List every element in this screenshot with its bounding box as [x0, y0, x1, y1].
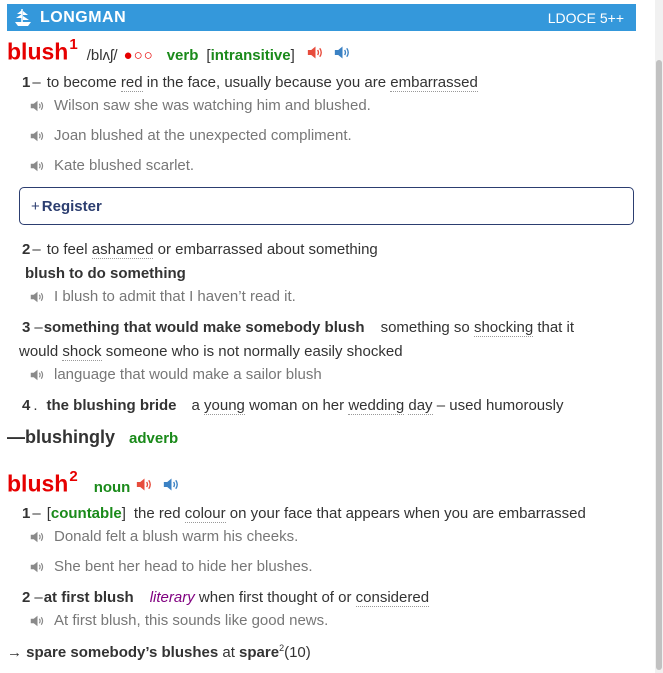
example-sentence: At first blush, this sounds like good ne…: [30, 612, 328, 629]
xref-shocking[interactable]: shocking: [473, 319, 534, 337]
entry2-sense-1-definition: 1– [countable] the red colour on your face…: [22, 505, 586, 523]
sense-4-definition: 4. the blushing bride a young woman on her…: [22, 397, 564, 415]
example-sentence: Kate blushed scarlet.: [30, 157, 194, 174]
pronunciation: /blʌʃ/: [86, 46, 118, 64]
register-expand-button[interactable]: + Register: [19, 187, 634, 225]
xref-considered[interactable]: considered: [355, 589, 430, 607]
entry2-headword: blush2: [7, 468, 78, 497]
example-sentence: She bent her head to hide her blushes.: [30, 558, 313, 575]
sense-3-definition-continued: would shock someone who is not normally …: [19, 343, 403, 361]
grammar-pattern: blush to do something: [25, 265, 186, 282]
phrase: at first blush: [43, 589, 134, 606]
american-audio-icon[interactable]: [334, 45, 351, 60]
xref-embarrassed[interactable]: embarrassed: [390, 74, 478, 92]
brand-name: LONGMAN: [40, 8, 127, 26]
scrollbar-thumb[interactable]: [656, 60, 662, 670]
arrow-icon: →: [7, 644, 22, 661]
example-audio-icon[interactable]: [30, 99, 45, 113]
example-audio-icon[interactable]: [30, 560, 45, 574]
xref-wedding[interactable]: wedding: [348, 397, 405, 415]
example-audio-icon[interactable]: [30, 368, 45, 382]
xref-shock[interactable]: shock: [62, 343, 102, 361]
example-sentence: I blush to admit that I haven’t read it.: [30, 288, 296, 305]
xref-colour[interactable]: colour: [184, 505, 226, 523]
run-on-entry: —blushingly adverb: [7, 427, 179, 447]
phrase: the blushing bride: [46, 397, 177, 414]
sense-3-definition: 3 –something that would make somebody blu…: [22, 319, 575, 337]
scrollbar[interactable]: [655, 0, 663, 673]
part-of-speech: noun: [93, 478, 131, 496]
entry2-sense-2-definition: 2 –at first blush literary when first thou…: [22, 589, 430, 607]
example-audio-icon[interactable]: [30, 614, 45, 628]
xref-young[interactable]: young: [204, 397, 245, 415]
signpost: something that would make somebody blush: [43, 319, 365, 336]
example-audio-icon[interactable]: [30, 159, 45, 173]
british-audio-icon[interactable]: [307, 45, 324, 60]
example-sentence: Wilson saw she was watching him and blus…: [30, 97, 371, 114]
xref-day[interactable]: day: [408, 397, 433, 415]
cross-reference[interactable]: → spare somebody’s blushes at spare2(10): [7, 643, 311, 661]
xref-red[interactable]: red: [120, 74, 143, 92]
register-label: literary: [149, 589, 195, 606]
part-of-speech: verb: [166, 46, 199, 64]
british-audio-icon[interactable]: [136, 477, 153, 492]
grammar-label: countable: [50, 505, 122, 522]
sense-2-definition: 2– to feel ashamed or embarrassed about s…: [22, 241, 378, 259]
example-audio-icon[interactable]: [30, 129, 45, 143]
entry1-headline: blush1 /blʌʃ/ ●○○ verb [intransitive]: [7, 36, 351, 66]
example-sentence: Donald felt a blush warm his cheeks.: [30, 528, 298, 545]
xref-ashamed[interactable]: ashamed: [91, 241, 154, 259]
ship-logo-icon: [15, 8, 31, 26]
edition-label: LDOCE 5++: [547, 9, 624, 26]
entry2-headline: blush2 noun: [7, 468, 180, 498]
example-audio-icon[interactable]: [30, 530, 45, 544]
sense-1-definition: 1– to become red in the face, usually bec…: [22, 74, 478, 92]
register-label: Register: [41, 197, 102, 215]
example-audio-icon[interactable]: [30, 290, 45, 304]
example-sentence: language that would make a sailor blush: [30, 366, 322, 383]
run-on-word: blushingly: [25, 427, 115, 447]
run-on-pos: adverb: [129, 430, 179, 447]
app-header: LONGMAN LDOCE 5++: [7, 4, 636, 31]
grammar-label: [intransitive]: [206, 46, 295, 64]
example-sentence: Joan blushed at the unexpected complimen…: [30, 127, 352, 144]
plus-icon: +: [31, 197, 40, 215]
frequency-marker: ●○○: [123, 46, 154, 64]
american-audio-icon[interactable]: [163, 477, 180, 492]
entry1-headword: blush1: [7, 36, 78, 65]
